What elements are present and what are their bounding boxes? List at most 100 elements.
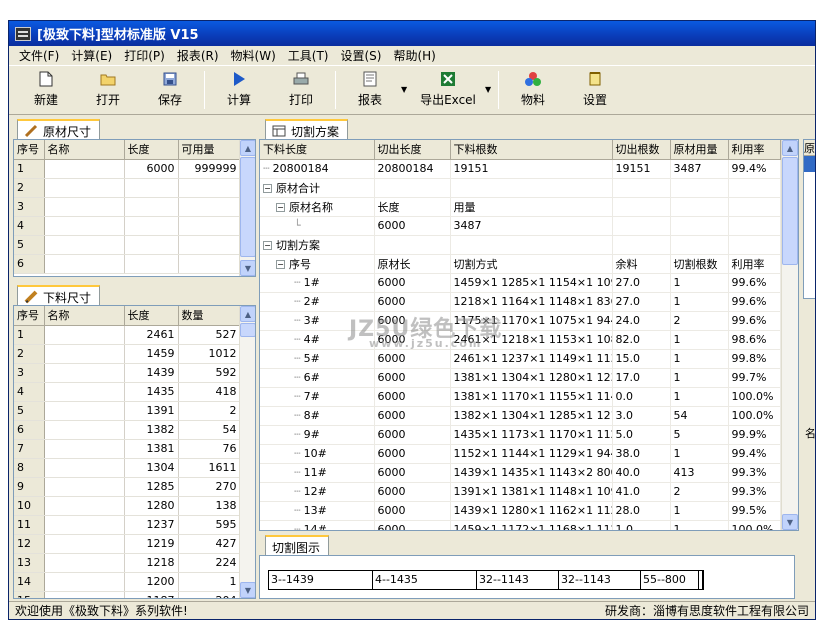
scroll-down-icon[interactable]: ▼ — [240, 582, 255, 598]
plan-row[interactable]: ┄13#60001439×1 1280×1 1162×1 1125×128.01… — [260, 501, 781, 521]
cell-length[interactable] — [124, 216, 179, 236]
row-index[interactable]: 9 — [14, 477, 45, 497]
cell-name[interactable] — [44, 477, 125, 497]
cell-name[interactable] — [44, 235, 125, 255]
tab-raw-material[interactable]: 原材尺寸 — [17, 119, 101, 139]
col-header-quantity[interactable]: 数量 — [178, 306, 241, 326]
cell-name[interactable] — [44, 197, 125, 217]
open-button[interactable]: 打开 — [77, 67, 139, 113]
raw-scrollbar[interactable]: ▲ ▼ — [239, 140, 255, 276]
plan-row[interactable]: ┄11#60001439×1 1435×1 1143×2 800×140.041… — [260, 463, 781, 483]
tab-diagram[interactable]: 切割图示 — [265, 535, 330, 555]
scroll-down-icon[interactable]: ▼ — [240, 260, 255, 276]
plan-row[interactable]: ┄2#60001218×1 1164×1 1148×1 836×1 827.01… — [260, 292, 781, 312]
cell-name[interactable] — [44, 382, 125, 402]
raw-total-node[interactable]: − 原材合计 — [260, 178, 781, 198]
cell-quantity[interactable]: 527 — [178, 325, 241, 345]
plan-row[interactable]: ┄4#60002461×1 1218×1 1153×1 1086×182.019… — [260, 330, 781, 350]
col-header-output-length[interactable]: 切出长度 — [374, 140, 451, 160]
table-row[interactable]: 6 — [14, 254, 241, 274]
cell-length[interactable]: 1459 — [124, 344, 179, 364]
col-header-cut-length[interactable]: 下料长度 — [260, 140, 375, 160]
diagram-segment[interactable]: 32--1143 — [559, 571, 641, 589]
cell-quantity[interactable]: 270 — [178, 477, 241, 497]
cell-length[interactable]: 1187 — [124, 591, 179, 598]
table-row[interactable]: 7 1381 76 — [14, 439, 241, 459]
table-row[interactable]: 3 1439 592 — [14, 363, 241, 383]
raw-sub-header-row[interactable]: − 原材名称 长度 用量 — [260, 197, 781, 217]
col-header-length[interactable]: 长度 — [124, 306, 179, 326]
cell-quantity[interactable]: 76 — [178, 439, 241, 459]
table-row[interactable]: 10 1280 138 — [14, 496, 241, 516]
diagram-segment[interactable]: 4--1435 — [373, 571, 477, 589]
plan-node[interactable]: − 切割方案 — [260, 235, 781, 255]
cell-name[interactable] — [44, 420, 125, 440]
table-row[interactable]: 2 — [14, 178, 241, 198]
cell-length[interactable]: 2461 — [124, 325, 179, 345]
cell-name[interactable] — [44, 496, 125, 516]
plan-row[interactable]: ┄5#60002461×1 1237×1 1149×1 1138×115.019… — [260, 349, 781, 369]
table-row[interactable]: 5 1391 2 — [14, 401, 241, 421]
row-index[interactable]: 7 — [14, 439, 45, 459]
row-index[interactable]: 15 — [14, 591, 45, 598]
table-row[interactable]: 15 1187204 — [14, 591, 241, 598]
cell-length[interactable] — [124, 235, 179, 255]
cell-length[interactable]: 1280 — [124, 496, 179, 516]
scroll-down-icon[interactable]: ▼ — [782, 514, 798, 530]
table-row[interactable]: 12 1219 427 — [14, 534, 241, 554]
right-panel-selected-row[interactable] — [804, 156, 815, 172]
settings-button[interactable]: 设置 — [564, 67, 626, 113]
col-header-available[interactable]: 可用量 — [178, 140, 241, 160]
report-button[interactable]: 报表 — [339, 67, 401, 113]
cell-length[interactable] — [124, 178, 179, 198]
menu-material[interactable]: 物料(W) — [225, 47, 282, 64]
cell-quantity[interactable] — [178, 216, 241, 236]
plan-scrollbar[interactable]: ▲ ▼ — [781, 140, 798, 530]
cell-quantity[interactable]: 1611 — [178, 458, 241, 478]
save-button[interactable]: 保存 — [139, 67, 201, 113]
cell-name[interactable] — [44, 572, 125, 592]
table-row[interactable]: 1 2461 527 — [14, 325, 241, 345]
menu-print[interactable]: 打印(P) — [118, 47, 171, 64]
cell-name[interactable] — [44, 439, 125, 459]
table-row[interactable]: 8 1304 1611 — [14, 458, 241, 478]
col-header-index[interactable]: 序号 — [14, 140, 45, 160]
scroll-up-icon[interactable]: ▲ — [782, 140, 798, 156]
cell-name[interactable] — [44, 591, 125, 598]
row-index[interactable]: 6 — [14, 254, 45, 274]
scroll-up-icon[interactable]: ▲ — [240, 140, 255, 156]
row-index[interactable]: 8 — [14, 458, 45, 478]
plan-row[interactable]: ┄10#60001152×1 1144×1 1129×1 944×1 838.0… — [260, 444, 781, 464]
cell-length[interactable]: 1285 — [124, 477, 179, 497]
cell-quantity[interactable]: 54 — [178, 420, 241, 440]
table-row[interactable]: 11 1237 595 — [14, 515, 241, 535]
plan-row[interactable]: ┄9#60001435×1 1173×1 1170×1 1122×15.0599… — [260, 425, 781, 445]
cell-length[interactable]: 1237 — [124, 515, 179, 535]
cut-scrollbar[interactable]: ▲ ▼ — [239, 306, 255, 598]
cell-quantity[interactable]: 1012 — [178, 344, 241, 364]
cell-length[interactable]: 1218 — [124, 553, 179, 573]
collapse-toggle-icon[interactable]: − — [263, 241, 272, 250]
cell-name[interactable] — [44, 254, 125, 274]
cell-length[interactable]: 1304 — [124, 458, 179, 478]
tab-cut-size[interactable]: 下料尺寸 — [17, 285, 101, 305]
menu-report[interactable]: 报表(R) — [171, 47, 225, 64]
cell-length[interactable]: 1439 — [124, 363, 179, 383]
row-index[interactable]: 2 — [14, 344, 45, 364]
row-index[interactable]: 2 — [14, 178, 45, 198]
cell-name[interactable] — [44, 178, 125, 198]
cell-length[interactable]: 6000 — [124, 159, 179, 179]
menu-settings[interactable]: 设置(S) — [334, 47, 387, 64]
raw-sub-row[interactable]: └ 6000 3487 — [260, 216, 781, 236]
cell-name[interactable] — [44, 401, 125, 421]
tab-cutting-plan[interactable]: 切割方案 — [265, 119, 349, 139]
plan-row[interactable]: ┄12#60001391×1 1381×1 1148×1 1095×141.02… — [260, 482, 781, 502]
cell-length[interactable]: 1200 — [124, 572, 179, 592]
table-row[interactable]: 2 1459 1012 — [14, 344, 241, 364]
plan-sub-header-row[interactable]: − 序号 原材长 切割方式 余料 切割根数 利用率 — [260, 254, 781, 274]
cell-quantity[interactable] — [178, 178, 241, 198]
cell-length[interactable]: 1381 — [124, 439, 179, 459]
row-index[interactable]: 5 — [14, 235, 45, 255]
cell-name[interactable] — [44, 363, 125, 383]
row-index[interactable]: 3 — [14, 197, 45, 217]
